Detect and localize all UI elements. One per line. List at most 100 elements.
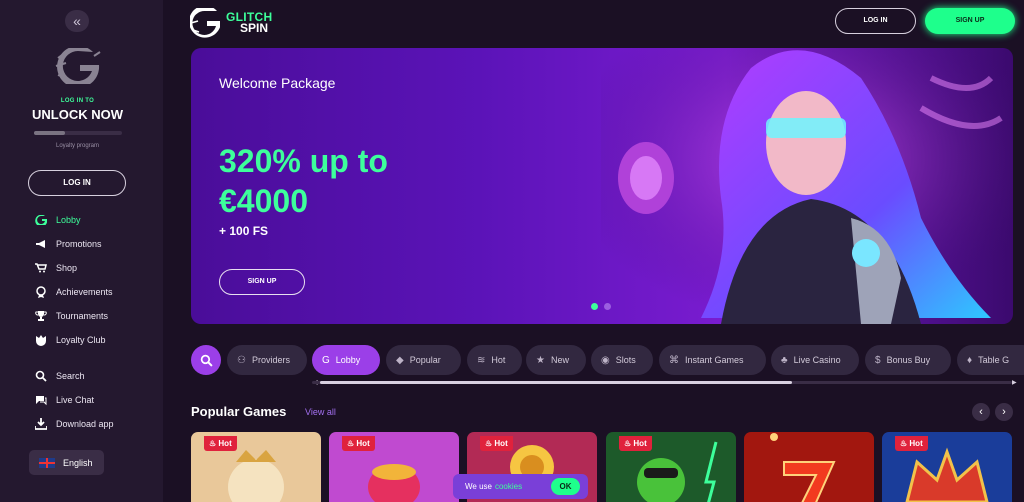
banner-signup-button[interactable]: SIGN UP — [219, 269, 305, 295]
tabs-scrollbar[interactable] — [312, 381, 1012, 384]
sidebar-item-label: Download app — [56, 419, 114, 429]
promo-banner[interactable]: Welcome Package 320% up to €4000 + 100 F… — [191, 48, 1013, 324]
glitch-logo-icon: G — [322, 354, 330, 366]
unlock-title: UNLOCK NOW — [32, 107, 123, 122]
sidebar-item-tournaments[interactable]: Tournaments — [34, 309, 108, 323]
uk-flag-icon — [39, 457, 55, 468]
sidebar-item-lobby[interactable]: Lobby — [34, 213, 81, 227]
sidebar-item-download-app[interactable]: Download app — [34, 417, 114, 431]
brand-line-2: SPIN — [240, 21, 269, 35]
hot-badge: ♨ Hot — [204, 436, 237, 451]
eye-icon: ◉ — [601, 354, 610, 366]
game-card[interactable]: ♨ Hot — [882, 432, 1012, 502]
sidebar-item-label: Tournaments — [56, 311, 109, 321]
sidebar-item-loyalty-club[interactable]: Loyalty Club — [34, 333, 106, 347]
flame-icon: ♨ — [485, 439, 495, 448]
tab-label: Live Casino — [793, 355, 841, 365]
loyalty-progress-fill — [34, 131, 65, 135]
cookie-policy-link[interactable]: cookies — [495, 482, 522, 491]
banner-free-spins: + 100 FS — [219, 224, 269, 238]
sidebar-item-label: Achievements — [56, 287, 113, 297]
download-icon — [34, 418, 48, 430]
carousel-next-button[interactable]: › — [995, 403, 1013, 421]
trophy-icon — [34, 310, 48, 322]
tab-label: Instant Games — [685, 355, 744, 365]
table-icon: ♦ — [967, 354, 973, 366]
tab-live-casino[interactable]: ♣ Live Casino — [771, 345, 859, 375]
cart-icon — [34, 262, 48, 274]
hot-badge: ♨ Hot — [895, 436, 928, 451]
carousel-dots — [591, 303, 611, 310]
tab-label: Slots — [615, 355, 636, 365]
flame-icon: ♨ — [209, 439, 219, 448]
tab-hot[interactable]: ≋ Hot — [467, 345, 522, 375]
tabs-scrollbar-thumb[interactable] — [320, 381, 792, 384]
sidebar-item-label: Shop — [56, 263, 78, 273]
language-label: English — [63, 457, 93, 468]
games-search-button[interactable] — [191, 345, 221, 375]
tab-label: Hot — [491, 355, 506, 365]
double-chevron-left-icon: « — [73, 13, 81, 29]
search-icon — [200, 354, 213, 367]
tab-new[interactable]: ★ New — [526, 345, 586, 375]
tab-label: Popular — [409, 355, 441, 365]
cookie-accept-button[interactable]: OK — [551, 478, 580, 495]
sidebar-item-label: Live Chat — [56, 395, 95, 405]
brand-wordmark: GLITCH SPIN — [226, 11, 272, 35]
cookie-notice: We use cookies OK — [453, 474, 588, 499]
game-card[interactable]: ♨ Hot — [329, 432, 459, 502]
carousel-dot[interactable] — [604, 303, 611, 310]
flame-icon: ♨ — [900, 439, 910, 448]
banner-offer: 320% up to €4000 — [219, 143, 388, 219]
flame-icon: ♨ — [347, 439, 357, 448]
tab-bonus-buy[interactable]: $ Bonus Buy — [865, 345, 951, 375]
moneybag-icon: $ — [875, 354, 881, 366]
tab-popular[interactable]: ◆ Popular — [386, 345, 461, 375]
header-signup-button[interactable]: SIGN UP — [925, 8, 1015, 34]
sidebar-item-live-chat[interactable]: Live Chat — [34, 393, 94, 407]
crown-shield-icon — [34, 334, 48, 346]
providers-icon: ⚇ — [237, 354, 246, 366]
sidebar: « LOG IN TO UNLOCK NOW Loyalty program L… — [0, 0, 163, 502]
game-card[interactable]: ♨ Hot — [191, 432, 321, 502]
tab-slots[interactable]: ◉ Slots — [591, 345, 653, 375]
glitch-logo-icon — [34, 214, 48, 226]
language-selector[interactable]: English — [29, 450, 104, 475]
tab-providers[interactable]: ⚇ Providers — [227, 345, 307, 375]
tab-label: Table G — [978, 355, 1010, 365]
game-card[interactable]: ♨ Hot — [606, 432, 736, 502]
tab-label: Lobby — [335, 355, 361, 365]
brand-logo[interactable]: GLITCH SPIN — [190, 8, 302, 38]
header-login-button[interactable]: LOG IN — [835, 8, 916, 34]
game-card[interactable] — [744, 432, 874, 502]
carousel-dot[interactable] — [591, 303, 598, 310]
search-icon — [34, 370, 48, 382]
sidebar-login-button[interactable]: LOG IN — [28, 170, 126, 196]
tab-instant-games[interactable]: ⌘ Instant Games — [659, 345, 766, 375]
heat-icon: ≋ — [477, 354, 486, 366]
sidebar-item-shop[interactable]: Shop — [34, 261, 77, 275]
banner-character-illustration — [601, 48, 1013, 324]
tab-lobby[interactable]: G Lobby — [312, 345, 380, 375]
hot-badge: ♨ Hot — [480, 436, 513, 451]
megaphone-icon — [34, 238, 48, 250]
tab-label: New — [550, 355, 569, 365]
unlock-caption: LOG IN TO — [60, 98, 95, 104]
scroll-right-arrow-icon[interactable]: ▶ — [1012, 379, 1017, 386]
hot-badge: ♨ Hot — [342, 436, 375, 451]
sidebar-item-label: Lobby — [56, 215, 81, 225]
tab-label: Providers — [251, 355, 290, 365]
glitch-logo-icon — [55, 48, 101, 84]
flame-icon: ♨ — [624, 439, 634, 448]
section-title-popular: Popular Games — [191, 404, 287, 419]
carousel-prev-button[interactable]: ‹ — [972, 403, 990, 421]
tab-table-games[interactable]: ♦ Table G — [957, 345, 1024, 375]
collapse-sidebar-button[interactable]: « — [65, 10, 89, 32]
loyalty-label: Loyalty program — [55, 143, 100, 149]
sidebar-item-achievements[interactable]: Achievements — [34, 285, 113, 299]
sidebar-item-label: Promotions — [56, 239, 102, 249]
medal-icon — [34, 286, 48, 298]
sidebar-item-search[interactable]: Search — [34, 369, 85, 383]
sidebar-item-promotions[interactable]: Promotions — [34, 237, 102, 251]
view-all-link[interactable]: View all — [305, 407, 336, 417]
